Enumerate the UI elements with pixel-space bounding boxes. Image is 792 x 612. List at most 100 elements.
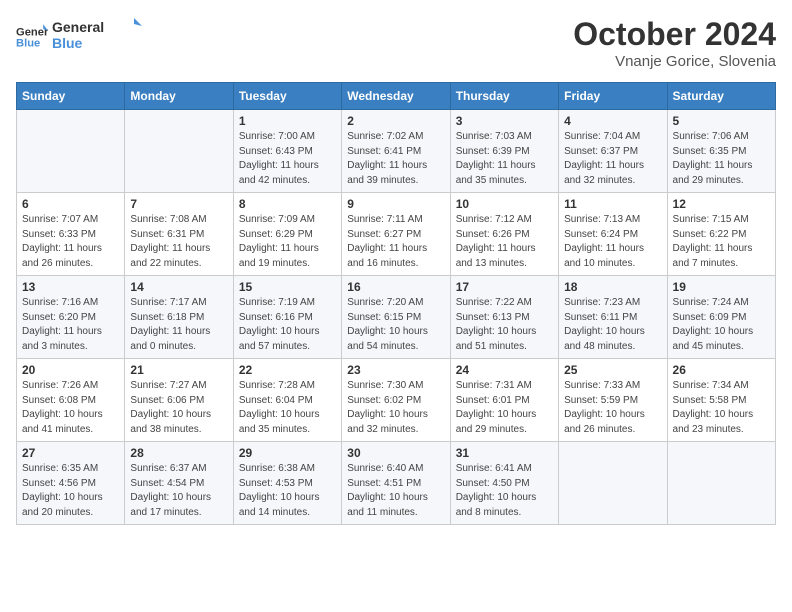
day-info: Sunrise: 7:26 AM Sunset: 6:08 PM Dayligh… xyxy=(22,379,119,437)
calendar-cell: 13Sunrise: 7:16 AM Sunset: 6:20 PM Dayli… xyxy=(17,276,125,359)
day-number: 15 xyxy=(239,280,336,294)
day-info: Sunrise: 7:31 AM Sunset: 6:01 PM Dayligh… xyxy=(456,379,553,437)
calendar-cell: 16 Sunrise: 7:20 AM Sunset: 6:15 PM Dayli… xyxy=(342,276,450,359)
day-number: 11 xyxy=(564,197,661,211)
day-number: 25 xyxy=(564,363,661,377)
location: Vnanje Gorice, Slovenia xyxy=(573,53,776,70)
svg-text:Blue: Blue xyxy=(52,35,83,51)
day-info: Sunrise: 7:11 AM Sunset: 6:27 PM Dayligh… xyxy=(347,213,444,271)
day-info: Sunrise: 7:12 AM Sunset: 6:26 PM Dayligh… xyxy=(456,213,553,271)
day-info: Sunrise: 7:20 AM Sunset: 6:15 PM Dayligh… xyxy=(347,296,444,354)
calendar-cell xyxy=(125,110,233,193)
day-info: Sunrise: 7:07 AM Sunset: 6:33 PM Dayligh… xyxy=(22,213,119,271)
day-info: Sunrise: 6:41 AM Sunset: 4:50 PM Dayligh… xyxy=(456,462,553,520)
day-number: 5 xyxy=(673,114,770,128)
day-number: 4 xyxy=(564,114,661,128)
day-number: 12 xyxy=(673,197,770,211)
weekday-header-row: SundayMondayTuesdayWednesdayThursdayFrid… xyxy=(17,83,776,110)
calendar-cell xyxy=(559,442,667,525)
day-number: 3 xyxy=(456,114,553,128)
calendar-cell: 19Sunrise: 7:24 AM Sunset: 6:09 PM Dayli… xyxy=(667,276,775,359)
day-info: Sunrise: 7:33 AM Sunset: 5:59 PM Dayligh… xyxy=(564,379,661,437)
calendar-cell: 6 Sunrise: 7:07 AM Sunset: 6:33 PM Daylig… xyxy=(17,193,125,276)
weekday-header-sunday: Sunday xyxy=(17,83,125,110)
calendar-week-row: 20 Sunrise: 7:26 AM Sunset: 6:08 PM Dayli… xyxy=(17,359,776,442)
calendar-cell: 22 Sunrise: 7:28 AM Sunset: 6:04 PM Dayli… xyxy=(233,359,341,442)
day-number: 10 xyxy=(456,197,553,211)
calendar-cell: 9Sunrise: 7:11 AM Sunset: 6:27 PM Daylig… xyxy=(342,193,450,276)
day-info: Sunrise: 7:08 AM Sunset: 6:31 PM Dayligh… xyxy=(130,213,227,271)
day-info: Sunrise: 7:24 AM Sunset: 6:09 PM Dayligh… xyxy=(673,296,770,354)
day-info: Sunrise: 7:02 AM Sunset: 6:41 PM Dayligh… xyxy=(347,130,444,188)
month-title: October 2024 xyxy=(573,16,776,53)
day-info: Sunrise: 7:34 AM Sunset: 5:58 PM Dayligh… xyxy=(673,379,770,437)
calendar-cell: 21Sunrise: 7:27 AM Sunset: 6:06 PM Dayli… xyxy=(125,359,233,442)
calendar-cell: 29 Sunrise: 6:38 AM Sunset: 4:53 PM Dayli… xyxy=(233,442,341,525)
day-number: 14 xyxy=(130,280,227,294)
day-number: 29 xyxy=(239,446,336,460)
calendar-cell: 25 Sunrise: 7:33 AM Sunset: 5:59 PM Dayli… xyxy=(559,359,667,442)
calendar-cell: 2 Sunrise: 7:02 AM Sunset: 6:41 PM Daylig… xyxy=(342,110,450,193)
day-number: 7 xyxy=(130,197,227,211)
title-block: October 2024 Vnanje Gorice, Slovenia xyxy=(573,16,776,70)
day-info: Sunrise: 7:28 AM Sunset: 6:04 PM Dayligh… xyxy=(239,379,336,437)
logo-icon: General Blue xyxy=(16,21,48,53)
day-number: 1 xyxy=(239,114,336,128)
day-number: 28 xyxy=(130,446,227,460)
weekday-header-monday: Monday xyxy=(125,83,233,110)
calendar-cell: 30Sunrise: 6:40 AM Sunset: 4:51 PM Dayli… xyxy=(342,442,450,525)
calendar-cell: 20 Sunrise: 7:26 AM Sunset: 6:08 PM Dayli… xyxy=(17,359,125,442)
weekday-header-tuesday: Tuesday xyxy=(233,83,341,110)
page-header: General Blue General Blue October 2024 V… xyxy=(16,16,776,70)
svg-text:Blue: Blue xyxy=(16,37,40,49)
calendar-week-row: 27 Sunrise: 6:35 AM Sunset: 4:56 PM Dayli… xyxy=(17,442,776,525)
weekday-header-friday: Friday xyxy=(559,83,667,110)
day-number: 26 xyxy=(673,363,770,377)
day-info: Sunrise: 6:35 AM Sunset: 4:56 PM Dayligh… xyxy=(22,462,119,520)
calendar-table: SundayMondayTuesdayWednesdayThursdayFrid… xyxy=(16,82,776,525)
svg-text:General: General xyxy=(52,19,104,35)
day-info: Sunrise: 6:38 AM Sunset: 4:53 PM Dayligh… xyxy=(239,462,336,520)
day-info: Sunrise: 7:03 AM Sunset: 6:39 PM Dayligh… xyxy=(456,130,553,188)
day-number: 31 xyxy=(456,446,553,460)
day-number: 27 xyxy=(22,446,119,460)
calendar-cell: 1Sunrise: 7:00 AM Sunset: 6:43 PM Daylig… xyxy=(233,110,341,193)
day-info: Sunrise: 7:19 AM Sunset: 6:16 PM Dayligh… xyxy=(239,296,336,354)
logo: General Blue General Blue xyxy=(16,16,142,57)
calendar-cell xyxy=(17,110,125,193)
general-blue-logo: General Blue xyxy=(52,16,142,52)
calendar-cell: 12Sunrise: 7:15 AM Sunset: 6:22 PM Dayli… xyxy=(667,193,775,276)
calendar-cell: 10 Sunrise: 7:12 AM Sunset: 6:26 PM Dayli… xyxy=(450,193,558,276)
day-number: 30 xyxy=(347,446,444,460)
calendar-cell: 18 Sunrise: 7:23 AM Sunset: 6:11 PM Dayli… xyxy=(559,276,667,359)
calendar-cell: 14Sunrise: 7:17 AM Sunset: 6:18 PM Dayli… xyxy=(125,276,233,359)
day-info: Sunrise: 6:37 AM Sunset: 4:54 PM Dayligh… xyxy=(130,462,227,520)
day-number: 6 xyxy=(22,197,119,211)
day-number: 22 xyxy=(239,363,336,377)
day-number: 2 xyxy=(347,114,444,128)
day-info: Sunrise: 7:04 AM Sunset: 6:37 PM Dayligh… xyxy=(564,130,661,188)
calendar-cell: 26 Sunrise: 7:34 AM Sunset: 5:58 PM Dayli… xyxy=(667,359,775,442)
calendar-week-row: 1Sunrise: 7:00 AM Sunset: 6:43 PM Daylig… xyxy=(17,110,776,193)
day-number: 16 xyxy=(347,280,444,294)
calendar-week-row: 13Sunrise: 7:16 AM Sunset: 6:20 PM Dayli… xyxy=(17,276,776,359)
day-info: Sunrise: 7:30 AM Sunset: 6:02 PM Dayligh… xyxy=(347,379,444,437)
calendar-cell: 8 Sunrise: 7:09 AM Sunset: 6:29 PM Daylig… xyxy=(233,193,341,276)
day-info: Sunrise: 7:13 AM Sunset: 6:24 PM Dayligh… xyxy=(564,213,661,271)
calendar-cell: 15 Sunrise: 7:19 AM Sunset: 6:16 PM Dayli… xyxy=(233,276,341,359)
day-number: 20 xyxy=(22,363,119,377)
calendar-cell: 5 Sunrise: 7:06 AM Sunset: 6:35 PM Daylig… xyxy=(667,110,775,193)
calendar-header: SundayMondayTuesdayWednesdayThursdayFrid… xyxy=(17,83,776,110)
day-number: 8 xyxy=(239,197,336,211)
day-number: 18 xyxy=(564,280,661,294)
calendar-cell: 27 Sunrise: 6:35 AM Sunset: 4:56 PM Dayli… xyxy=(17,442,125,525)
day-info: Sunrise: 7:16 AM Sunset: 6:20 PM Dayligh… xyxy=(22,296,119,354)
calendar-cell: 24Sunrise: 7:31 AM Sunset: 6:01 PM Dayli… xyxy=(450,359,558,442)
day-info: Sunrise: 7:23 AM Sunset: 6:11 PM Dayligh… xyxy=(564,296,661,354)
day-info: Sunrise: 7:06 AM Sunset: 6:35 PM Dayligh… xyxy=(673,130,770,188)
calendar-cell: 3 Sunrise: 7:03 AM Sunset: 6:39 PM Daylig… xyxy=(450,110,558,193)
day-info: Sunrise: 7:09 AM Sunset: 6:29 PM Dayligh… xyxy=(239,213,336,271)
calendar-cell xyxy=(667,442,775,525)
day-number: 17 xyxy=(456,280,553,294)
calendar-week-row: 6 Sunrise: 7:07 AM Sunset: 6:33 PM Daylig… xyxy=(17,193,776,276)
